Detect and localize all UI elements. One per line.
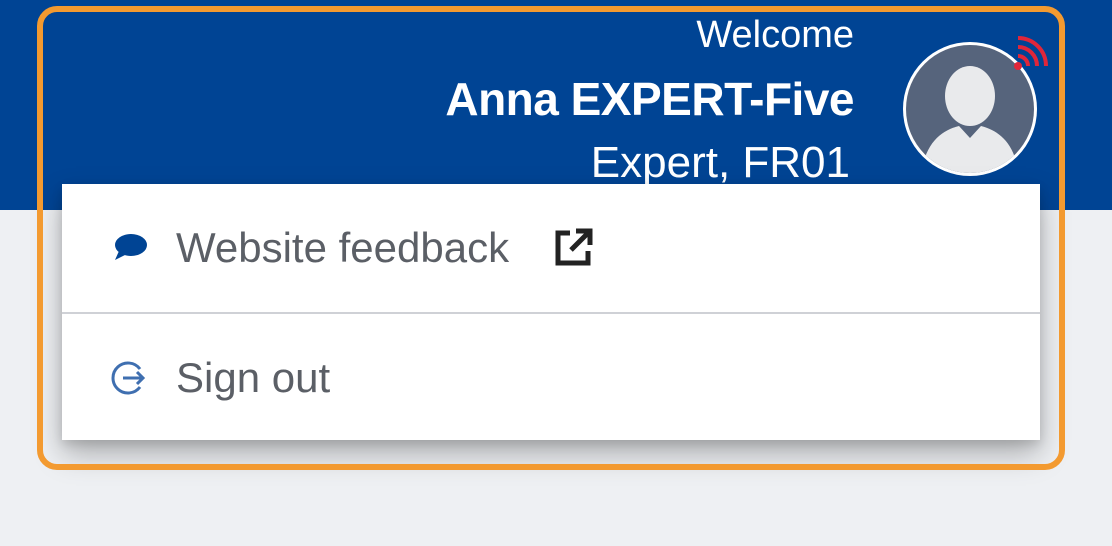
user-name: Anna EXPERT-Five (445, 73, 854, 125)
user-role: Expert, FR01 (590, 138, 850, 187)
signal-icon (1004, 34, 1054, 78)
sign-out-icon (110, 358, 150, 398)
speech-bubble-icon (110, 228, 150, 268)
user-dropdown-menu: Website feedback Sign out (62, 184, 1040, 440)
external-link-icon (552, 227, 594, 269)
menu-item-label: Website feedback (176, 224, 510, 271)
welcome-text: Welcome (696, 14, 854, 56)
menu-item-website-feedback[interactable]: Website feedback (62, 184, 1040, 312)
menu-item-label: Sign out (176, 354, 331, 401)
menu-item-sign-out[interactable]: Sign out (62, 314, 1040, 442)
